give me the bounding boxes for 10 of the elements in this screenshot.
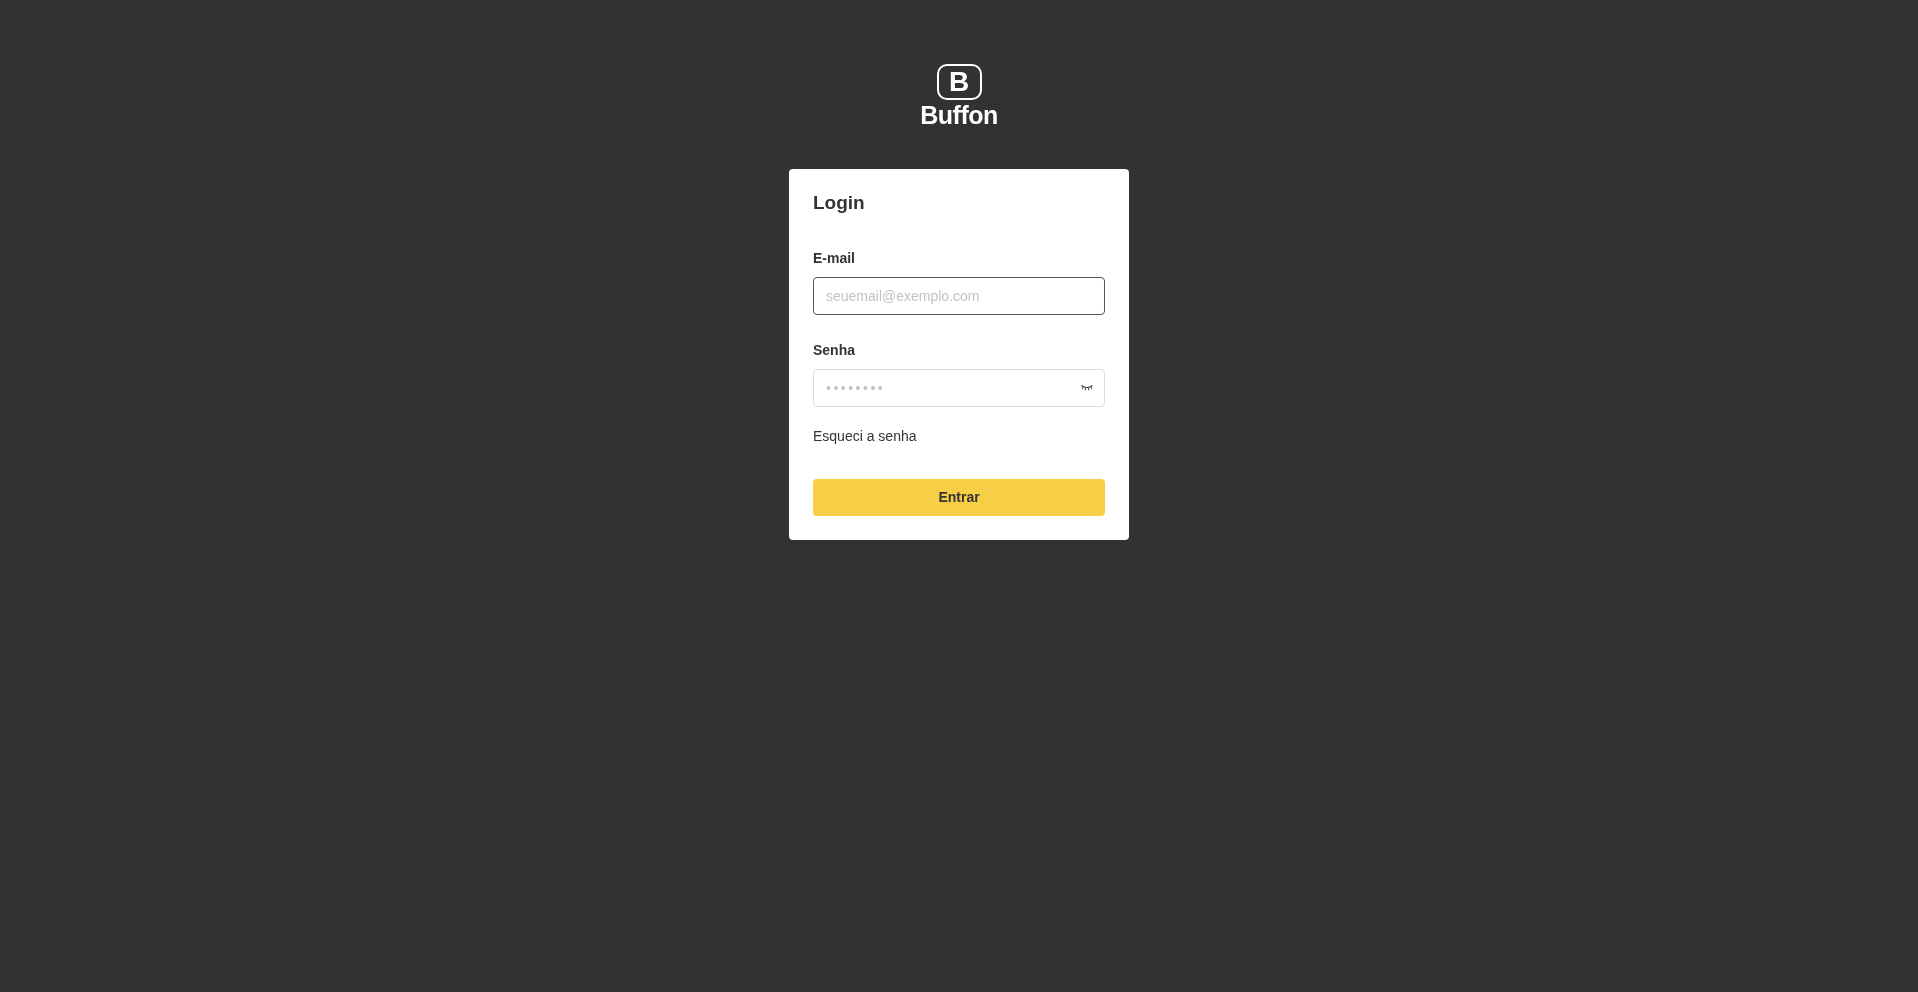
logo-wordmark: Buffon <box>920 103 998 128</box>
field-label: E-mail <box>813 249 856 268</box>
field-label: Senha <box>813 341 856 360</box>
closed-eye-icon[interactable] <box>1081 384 1093 392</box>
email-field[interactable]: seuemail@exemplo.com <box>813 277 1105 315</box>
password-field[interactable]: •••••••• <box>813 369 1105 407</box>
login-title: Login <box>813 191 866 215</box>
logo-mark: B <box>936 64 982 100</box>
submit-button[interactable]: Entrar <box>813 479 1105 516</box>
forgot-password-link[interactable]: Esqueci a senha <box>813 426 917 446</box>
